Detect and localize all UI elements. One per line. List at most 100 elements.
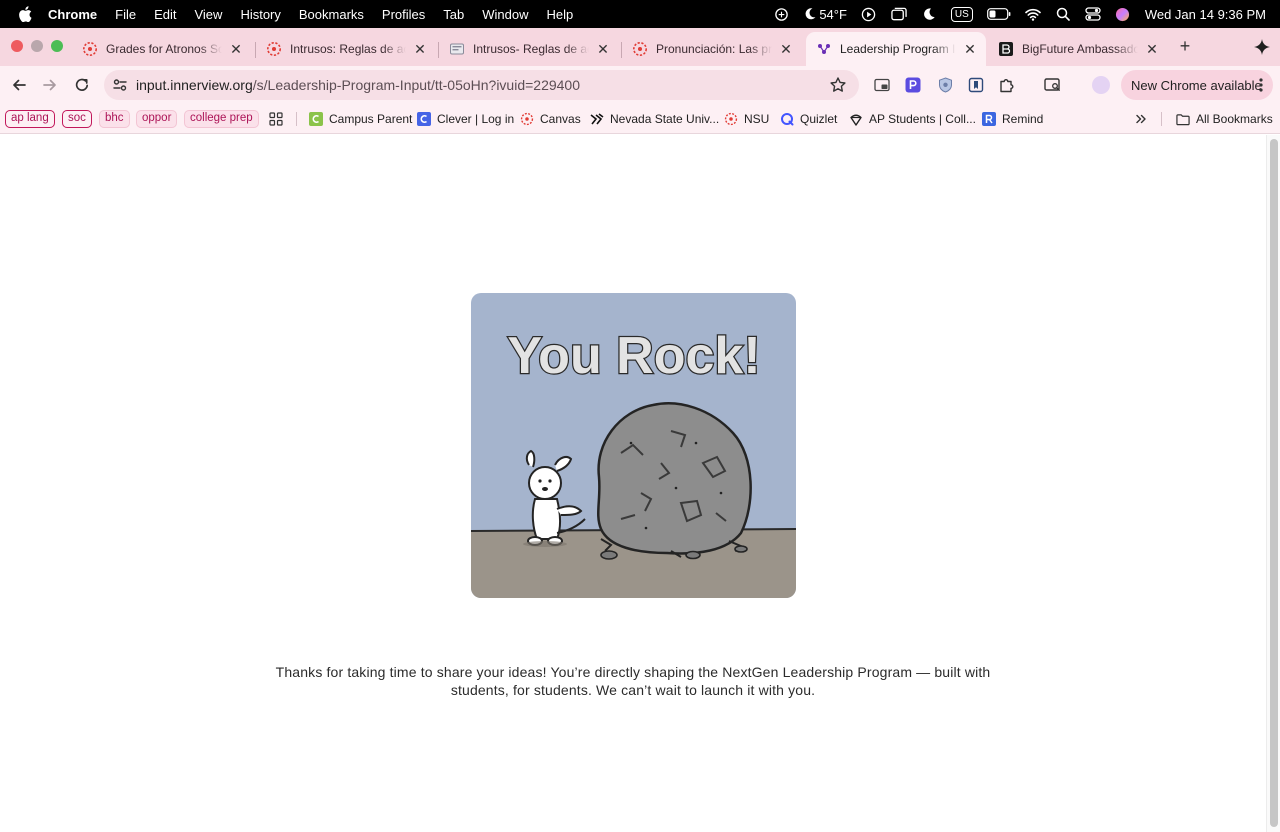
remind-icon <box>982 112 996 126</box>
nevada-state-icon <box>590 112 604 126</box>
bookmark-group-college-prep[interactable]: college prep <box>184 110 259 128</box>
canvas-icon <box>82 41 98 57</box>
bookmark-label: Nevada State Univ... <box>610 112 720 126</box>
all-bookmarks-button[interactable]: All Bookmarks <box>1176 111 1273 127</box>
tab-grades[interactable]: Grades for Atronos Solon ✕ <box>72 32 252 66</box>
bookmark-extension-icon[interactable] <box>967 76 985 94</box>
menubar-clock[interactable]: Wed Jan 14 9:36 PM <box>1145 7 1266 22</box>
menu-help[interactable]: Help <box>547 7 574 22</box>
tab-leadership-program-active[interactable]: Leadership Program Input ✕ <box>806 32 986 66</box>
bookmarks-overflow-chevron-icon[interactable] <box>1134 111 1148 127</box>
menu-file[interactable]: File <box>115 7 136 22</box>
extension-p-icon[interactable] <box>904 76 922 94</box>
menu-bookmarks[interactable]: Bookmarks <box>299 7 364 22</box>
bookmark-clever[interactable]: Clever | Log in <box>417 111 514 127</box>
extensions-puzzle-icon[interactable] <box>998 76 1016 94</box>
play-circle-icon[interactable] <box>861 6 877 22</box>
bookmark-quizlet[interactable]: Quizlet <box>780 111 837 127</box>
tab-close-icon[interactable]: ✕ <box>412 41 428 57</box>
weather-widget[interactable]: 54°F <box>803 6 847 22</box>
menu-tab[interactable]: Tab <box>443 7 464 22</box>
weather-temp: 54°F <box>819 6 847 22</box>
new-chrome-available-button[interactable]: New Chrome available <box>1121 70 1273 100</box>
back-button[interactable] <box>9 75 29 95</box>
tab-close-icon[interactable]: ✕ <box>228 41 244 57</box>
shield-extension-icon[interactable] <box>936 76 954 94</box>
forward-button[interactable] <box>40 75 60 95</box>
bookmark-group-soc[interactable]: soc <box>62 110 92 128</box>
bookmark-nsu[interactable]: NSU <box>724 111 769 127</box>
input-source-badge[interactable]: US <box>950 6 973 22</box>
focus-moon-icon[interactable] <box>921 6 937 22</box>
bookmark-campus-parent[interactable]: Campus Parent <box>309 111 412 127</box>
bookmark-ap-students[interactable]: AP Students | Coll... <box>849 111 976 127</box>
gemini-sparkle-icon[interactable] <box>1252 37 1272 57</box>
bookmark-label: NSU <box>744 112 770 126</box>
canvas-icon <box>520 112 534 126</box>
picture-in-picture-icon[interactable] <box>873 76 891 94</box>
reload-button[interactable] <box>72 75 92 95</box>
quizlet-icon <box>780 112 794 126</box>
menu-history[interactable]: History <box>240 7 280 22</box>
apple-logo-icon[interactable] <box>16 5 34 23</box>
bookmark-canvas[interactable]: Canvas <box>520 111 581 127</box>
tab-search-icon[interactable] <box>1044 76 1062 94</box>
bookmark-star-icon[interactable] <box>829 76 847 94</box>
url-text[interactable]: input.innerview.org/s/Leadership-Program… <box>136 77 580 93</box>
siri-icon[interactable] <box>1115 6 1131 22</box>
update-label: New Chrome available <box>1131 77 1262 93</box>
chatgpt-icon[interactable] <box>773 6 789 22</box>
tab-title: BigFuture Ambassador Program <box>1022 42 1138 56</box>
tab-close-icon[interactable]: ✕ <box>595 41 611 57</box>
scrollbar-thumb[interactable] <box>1270 139 1278 827</box>
window-zoom-button[interactable] <box>51 40 63 52</box>
tab-pronunciacion[interactable]: Pronunciación: Las preposiciones ✕ <box>622 32 802 66</box>
browser-toolbar: input.innerview.org/s/Leadership-Program… <box>0 66 1280 104</box>
hero-image: You Rock! <box>471 293 796 598</box>
acorn-icon <box>849 112 863 126</box>
tab-intrusos-doc[interactable]: Intrusos- Reglas de acentuación ✕ <box>439 32 619 66</box>
bookmark-nevada-state[interactable]: Nevada State Univ... <box>590 111 719 127</box>
bookmark-group-bhc[interactable]: bhc <box>99 110 130 128</box>
menu-profiles[interactable]: Profiles <box>382 7 425 22</box>
canvas-icon <box>266 41 282 57</box>
menu-window[interactable]: Window <box>482 7 528 22</box>
bookmark-label: All Bookmarks <box>1196 112 1273 126</box>
clever-icon <box>417 112 431 126</box>
control-center-icon[interactable] <box>1085 6 1101 22</box>
menu-view[interactable]: View <box>194 7 222 22</box>
tab-close-icon[interactable]: ✕ <box>1144 41 1160 57</box>
bookmark-group-oppor[interactable]: oppor <box>136 110 178 128</box>
bookmark-group-ap-lang[interactable]: ap lang <box>5 110 55 128</box>
battery-icon[interactable] <box>986 6 1011 22</box>
kebab-menu-icon[interactable] <box>1259 77 1263 93</box>
bookmarks-bar: ap lang soc bhc oppor college prep Campu… <box>0 104 1280 134</box>
spotlight-search-icon[interactable] <box>1055 6 1071 22</box>
wifi-icon[interactable] <box>1025 6 1041 22</box>
address-bar[interactable]: input.innerview.org/s/Leadership-Program… <box>104 70 859 100</box>
tab-title: Intrusos- Reglas de acentuación <box>473 42 589 56</box>
new-tab-button[interactable]: + <box>1176 37 1194 55</box>
tab-close-icon[interactable]: ✕ <box>778 41 794 57</box>
tab-intrusos-reglas[interactable]: Intrusos: Reglas de acentuación ✕ <box>256 32 436 66</box>
apps-grid-icon[interactable] <box>269 111 283 127</box>
profile-avatar[interactable] <box>1092 76 1110 94</box>
bookmark-label: Remind <box>1002 112 1044 126</box>
tab-bigfuture[interactable]: BigFuture Ambassador Program ✕ <box>988 32 1168 66</box>
page-scrollbar[interactable] <box>1266 135 1280 832</box>
url-path: /s/Leadership-Program-Input/tt-05oHn?ivu… <box>252 77 581 93</box>
tab-close-icon[interactable]: ✕ <box>962 41 978 57</box>
tab-title: Grades for Atronos Solon <box>106 42 222 56</box>
menu-edit[interactable]: Edit <box>154 7 176 22</box>
doc-icon <box>449 41 465 57</box>
tab-strip: Grades for Atronos Solon ✕ Intrusos: Reg… <box>0 28 1280 66</box>
screen-mirroring-icon[interactable] <box>891 6 907 22</box>
macos-menu-bar: Chrome File Edit View History Bookmarks … <box>0 0 1280 28</box>
bookmark-label: AP Students | Coll... <box>869 112 976 126</box>
site-settings-icon[interactable] <box>112 77 128 93</box>
window-minimize-button[interactable] <box>31 40 43 52</box>
window-close-button[interactable] <box>11 40 23 52</box>
menu-app-name[interactable]: Chrome <box>48 7 97 22</box>
canvas-icon <box>724 112 738 126</box>
bookmark-remind[interactable]: Remind <box>982 111 1043 127</box>
